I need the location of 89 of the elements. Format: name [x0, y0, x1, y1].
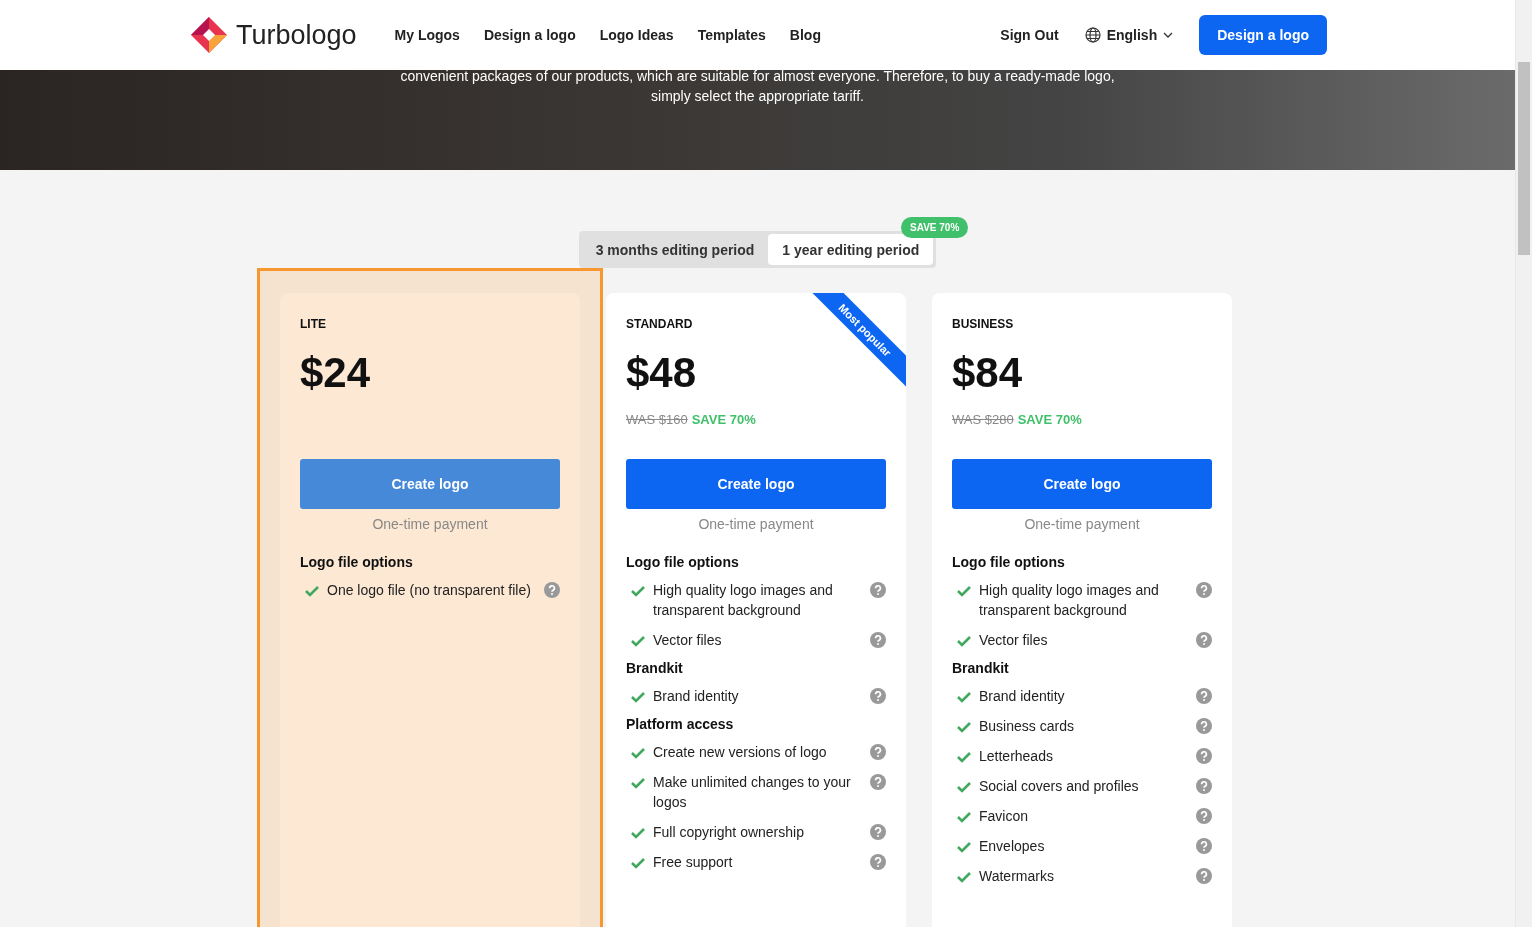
design-logo-button[interactable]: Design a logo [1199, 15, 1327, 55]
payment-note: One-time payment [697, 516, 815, 532]
scrollbar-thumb[interactable] [1518, 62, 1530, 255]
feature-text: Brand identity [979, 687, 1066, 706]
brand-name: Turbologo [236, 19, 357, 51]
check-icon [957, 751, 971, 763]
check-icon [957, 585, 971, 597]
logo-icon [190, 16, 228, 54]
plan-name: BUSINESS [952, 317, 1015, 331]
hero-text: convenient packages of our products, which are suitable for almost everyone. Therefore, to buy a ready-made logo, simply select the appropriate tariff. [399, 67, 1116, 106]
chevron-icon [1163, 32, 1174, 38]
help-icon[interactable] [870, 688, 886, 704]
feature-text: Business cards [979, 717, 1075, 736]
feature-text: Vector files [979, 631, 1049, 650]
feature-text: Letterheads [979, 747, 1054, 766]
old-price: WAS $280 [952, 411, 1014, 427]
nav-link[interactable]: Design a logo [483, 27, 576, 43]
feature-text: High quality logo images and transparent background [979, 581, 1160, 620]
section-heading: Logo file options [300, 554, 414, 570]
section-heading: Logo file options [626, 554, 740, 570]
discount-badge: SAVE 70% [901, 217, 969, 238]
feature-text: One logo file (no transparent file) [327, 581, 532, 600]
nav-link[interactable]: Logo Ideas [599, 27, 674, 43]
feature-text: Create new versions of logo [653, 743, 828, 762]
nav-link[interactable]: Blog [789, 27, 821, 43]
help-icon[interactable] [870, 824, 886, 840]
period-tab[interactable]: 3 months editing period [581, 234, 769, 265]
feature-text: High quality logo images and transparent background [653, 581, 834, 620]
help-icon[interactable] [870, 582, 886, 598]
feature-text: Watermarks [979, 867, 1055, 886]
create-logo-button[interactable]: Create logo [952, 459, 1212, 509]
old-price: WAS $160 [626, 411, 688, 427]
feature-text: Full copyright ownership [653, 823, 805, 842]
help-icon[interactable] [1196, 808, 1212, 824]
check-icon [631, 691, 645, 703]
scrollbar[interactable] [1515, 0, 1532, 927]
check-icon [631, 747, 645, 759]
check-icon [631, 777, 645, 789]
feature-text: Free support [653, 853, 734, 872]
check-icon [631, 827, 645, 839]
feature-text: Brand identity [653, 687, 740, 706]
section-heading: Brandkit [952, 660, 1010, 676]
help-icon[interactable] [1196, 718, 1212, 734]
help-icon[interactable] [544, 582, 560, 598]
check-icon [957, 871, 971, 883]
plan-price: $84 [952, 349, 1024, 397]
nav-link[interactable]: Templates [697, 27, 766, 43]
check-icon [957, 781, 971, 793]
check-icon [957, 635, 971, 647]
section-heading: Brandkit [626, 660, 684, 676]
feature-text: Make unlimited changes to your logos [653, 773, 852, 812]
check-icon [957, 841, 971, 853]
save-label: SAVE 70% [1017, 411, 1082, 427]
help-icon[interactable] [870, 854, 886, 870]
help-icon[interactable] [1196, 748, 1212, 764]
section-heading: Logo file options [952, 554, 1066, 570]
language-selector[interactable]: English [1084, 27, 1174, 43]
help-icon[interactable] [1196, 868, 1212, 884]
check-icon [631, 857, 645, 869]
feature-text: Social covers and profiles [979, 777, 1140, 796]
check-icon [957, 691, 971, 703]
payment-note: One-time payment [1023, 516, 1141, 532]
period-tab[interactable]: 1 year editing period [768, 234, 934, 265]
feature-text: Favicon [979, 807, 1030, 826]
feature-text: Envelopes [979, 837, 1046, 856]
globe-icon [1084, 27, 1101, 43]
check-icon [957, 811, 971, 823]
nav-link[interactable]: My Logos [394, 27, 460, 43]
sign-out-link[interactable]: Sign Out [1000, 27, 1059, 43]
plan-name: LITE [300, 317, 327, 331]
help-icon[interactable] [870, 774, 886, 790]
help-icon[interactable] [1196, 778, 1212, 794]
help-icon[interactable] [1196, 688, 1212, 704]
help-icon[interactable] [870, 744, 886, 760]
check-icon [305, 585, 319, 597]
help-icon[interactable] [1196, 838, 1212, 854]
plan-price: $24 [300, 349, 372, 397]
check-icon [957, 721, 971, 733]
payment-note: One-time payment [371, 516, 489, 532]
help-icon[interactable] [870, 632, 886, 648]
create-logo-button[interactable]: Create logo [300, 459, 560, 509]
help-icon[interactable] [1196, 582, 1212, 598]
feature-text: Vector files [653, 631, 723, 650]
check-icon [631, 635, 645, 647]
check-icon [631, 585, 645, 597]
help-icon[interactable] [1196, 632, 1212, 648]
create-logo-button[interactable]: Create logo [626, 459, 886, 509]
section-heading: Platform access [626, 716, 735, 732]
save-label: SAVE 70% [691, 411, 756, 427]
